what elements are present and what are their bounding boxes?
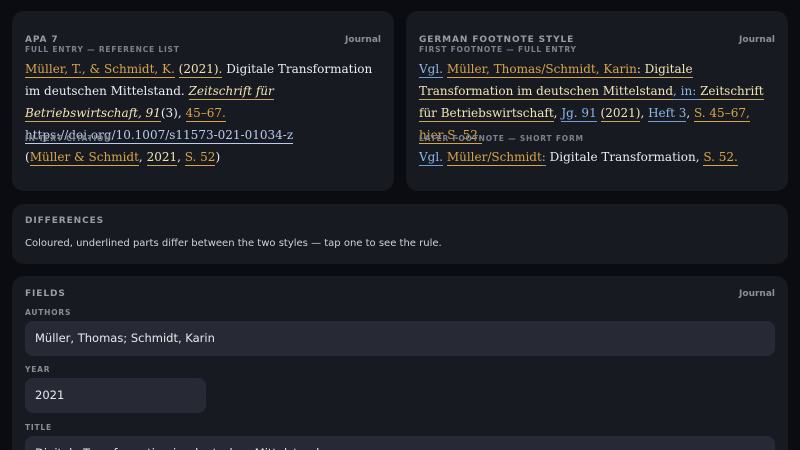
apa-pages-segment[interactable]: 45–67. xyxy=(185,106,226,122)
german-later-footnote-label: LATER FOOTNOTE — SHORT FORM xyxy=(419,134,584,143)
fields-title: FIELDS xyxy=(25,289,66,299)
german-later-authors-segment[interactable]: Müller/Schmidt xyxy=(446,150,542,166)
german-in-segment[interactable]: , in: xyxy=(673,84,701,100)
apa-style-title: APA 7 xyxy=(25,35,59,45)
german-space-2 xyxy=(597,106,601,120)
fields-source-type: Journal xyxy=(739,289,775,299)
german-comma-3: , xyxy=(686,106,694,120)
german-later-page-segment[interactable]: S. 52. xyxy=(703,150,738,166)
german-heft-segment[interactable]: Heft 3 xyxy=(648,106,687,122)
differences-header: DIFFERENCES xyxy=(25,214,775,228)
apa-intext-page-segment[interactable]: S. 52 xyxy=(184,150,216,166)
apa-year-segment[interactable]: (2021). xyxy=(178,62,223,78)
apa-full-entry-label: FULL ENTRY — REFERENCE LIST xyxy=(25,45,180,54)
apa-intext-comma: , xyxy=(138,150,147,164)
german-footnote-card: GERMAN FOOTNOTE STYLE Journal FIRST FOOT… xyxy=(406,11,788,191)
authors-field[interactable]: Müller, Thomas; Schmidt, Karin xyxy=(25,321,775,356)
year-field[interactable]: 2021 xyxy=(25,378,206,413)
german-authors-segment[interactable]: Müller, Thomas/Schmidt, Karin xyxy=(446,62,637,78)
german-style-title: GERMAN FOOTNOTE STYLE xyxy=(419,35,575,45)
apa-card: APA 7 Journal FULL ENTRY — REFERENCE LIS… xyxy=(12,11,394,191)
german-later-vgl-segment[interactable]: Vgl. xyxy=(419,150,443,166)
german-first-footnote: Vgl. Müller, Thomas/Schmidt, Karin: Digi… xyxy=(419,58,775,146)
apa-intext-open: ( xyxy=(25,150,30,164)
year-field-label: YEAR xyxy=(25,365,51,374)
apa-authors-segment[interactable]: Müller, T., & Schmidt, K. xyxy=(25,62,175,78)
apa-source-type: Journal xyxy=(345,35,381,45)
apa-intext-comma-2: , xyxy=(177,150,185,164)
title-field-label: TITLE xyxy=(25,423,52,432)
german-colon-segment[interactable]: : xyxy=(636,62,645,78)
fields-card: FIELDS Journal AUTHORS Müller, Thomas; S… xyxy=(12,276,788,450)
german-year-segment[interactable]: (2021) xyxy=(600,106,641,122)
german-vgl-segment[interactable]: Vgl. xyxy=(419,62,443,78)
apa-issue-text: (3), xyxy=(160,106,186,120)
fields-header: FIELDS Journal xyxy=(25,287,775,301)
apa-intext-authors-segment[interactable]: Müller & Schmidt xyxy=(29,150,139,166)
german-first-footnote-label: FIRST FOOTNOTE — FULL ENTRY xyxy=(419,45,577,54)
german-comma-2: , xyxy=(640,106,649,120)
apa-intext-label: IN-TEXT CITATION xyxy=(25,134,112,143)
authors-field-label: AUTHORS xyxy=(25,308,72,317)
german-jg-segment[interactable]: Jg. 91 xyxy=(561,106,597,122)
differences-card: DIFFERENCES Coloured, underlined parts d… xyxy=(12,204,788,264)
title-field[interactable]: Digitale Transformation im deutschen Mit… xyxy=(25,436,775,450)
apa-intext-citation: (Müller & Schmidt, 2021, S. 52) xyxy=(25,146,381,168)
differences-title: DIFFERENCES xyxy=(25,216,105,226)
german-source-type: Journal xyxy=(739,35,775,45)
german-later-title-text: Digitale Transformation, xyxy=(545,150,704,164)
differences-text: Coloured, underlined parts differ betwee… xyxy=(25,238,442,249)
apa-full-entry: Müller, T., & Schmidt, K. (2021). Digita… xyxy=(25,58,381,146)
apa-intext-close: ) xyxy=(215,150,221,164)
apa-intext-year-segment[interactable]: 2021 xyxy=(146,150,178,166)
german-later-footnote: Vgl. Müller/Schmidt: Digitale Transforma… xyxy=(419,146,775,168)
